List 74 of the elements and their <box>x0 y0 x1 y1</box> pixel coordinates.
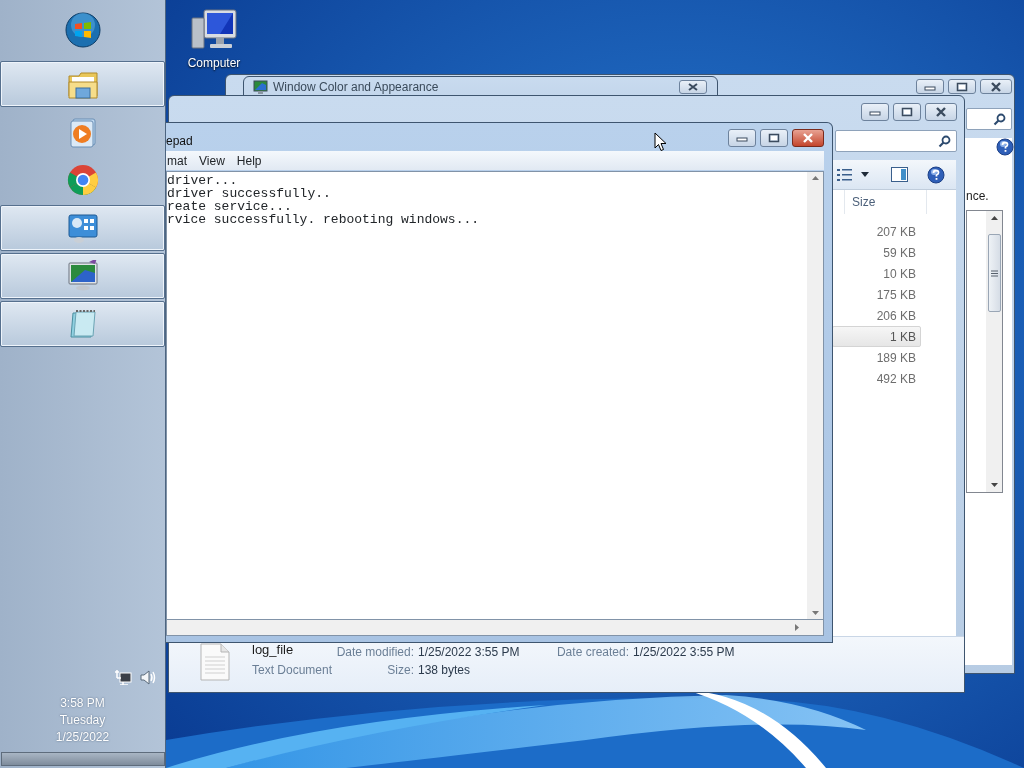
scrollbar[interactable] <box>807 172 823 619</box>
help-icon[interactable] <box>927 165 945 184</box>
cursor-icon <box>654 132 667 152</box>
scrollbar[interactable] <box>986 211 1002 492</box>
close-button[interactable] <box>679 80 707 94</box>
view-list-icon[interactable] <box>837 168 852 181</box>
description-text: nce. <box>966 188 989 205</box>
icon-label: Computer <box>187 55 241 72</box>
menu-item[interactable]: View <box>193 151 231 170</box>
field-value: 1/25/2022 3:55 PM <box>633 644 736 661</box>
close-icon <box>990 81 1002 92</box>
show-desktop-button[interactable] <box>0 752 165 766</box>
maximize-button[interactable] <box>948 79 976 94</box>
minimize-icon <box>869 108 881 116</box>
field-value: 1/25/2022 3:55 PM <box>418 644 521 661</box>
file-size-cell[interactable]: 175 KB <box>832 284 921 305</box>
menu-item[interactable]: mat <box>166 151 193 170</box>
taskbar-button[interactable] <box>0 61 165 107</box>
field-label: Date modified: <box>336 644 415 661</box>
close-icon <box>802 133 814 143</box>
help-icon[interactable] <box>996 138 1014 156</box>
scroll-up-icon[interactable] <box>990 216 998 220</box>
file-size-cell[interactable]: 1 KB <box>832 326 921 347</box>
maximize-icon <box>956 81 968 92</box>
display-icon <box>66 260 99 292</box>
start-button[interactable] <box>64 12 101 48</box>
chrome-icon <box>66 164 99 196</box>
scrollbar[interactable] <box>166 620 824 636</box>
maximize-icon <box>768 133 780 143</box>
scroll-right-icon[interactable] <box>795 624 799 631</box>
maximize-icon <box>901 107 913 117</box>
search-icon[interactable] <box>938 134 951 148</box>
close-button[interactable] <box>980 79 1012 94</box>
field-label: Date created: <box>555 644 630 661</box>
file-size-cell[interactable]: 59 KB <box>832 242 921 263</box>
file-name: log_file <box>251 643 295 659</box>
field-value: 138 bytes <box>418 662 472 679</box>
scroll-down-icon[interactable] <box>811 611 819 615</box>
taskbar-button[interactable] <box>0 301 165 347</box>
grip-icon <box>990 269 998 277</box>
dropdown-caret-icon[interactable] <box>861 172 869 177</box>
control-panel-icon <box>66 212 99 244</box>
taskbar-button[interactable] <box>0 253 165 299</box>
scroll-up-icon[interactable] <box>811 176 819 180</box>
text-document-icon <box>200 643 230 681</box>
file-size-cell[interactable]: 189 KB <box>832 347 921 368</box>
taskbar-button[interactable] <box>0 205 165 251</box>
menu-item[interactable]: Help <box>230 151 268 170</box>
maximize-button[interactable] <box>760 129 788 147</box>
search-icon[interactable] <box>993 112 1006 126</box>
display-icon <box>253 80 268 94</box>
window-title: epad <box>166 133 193 150</box>
window-title: Window Color and Appearance <box>273 80 439 94</box>
file-type: Text Document <box>251 662 334 679</box>
minimize-icon <box>736 134 748 142</box>
file-size-cell[interactable]: 206 KB <box>832 305 921 326</box>
field-label: Size: <box>386 662 415 679</box>
column-header[interactable]: Size <box>844 190 927 214</box>
scroll-thumb[interactable] <box>987 234 1001 312</box>
preview-pane-icon[interactable] <box>891 167 908 182</box>
close-button[interactable] <box>792 129 824 147</box>
file-size-cell[interactable]: 10 KB <box>832 263 921 284</box>
network-icon[interactable] <box>115 670 132 685</box>
file-size-cell[interactable]: 207 KB <box>832 221 921 242</box>
maximize-button[interactable] <box>893 103 921 121</box>
volume-icon[interactable] <box>140 670 157 685</box>
file-size-cell[interactable]: 492 KB <box>832 368 921 389</box>
computer-icon[interactable] <box>190 8 238 52</box>
close-icon <box>935 107 947 117</box>
scroll-down-icon[interactable] <box>990 483 998 487</box>
search-field[interactable] <box>966 108 1012 130</box>
close-button[interactable] <box>925 103 957 121</box>
search-field[interactable] <box>835 130 957 152</box>
close-icon <box>688 83 698 91</box>
